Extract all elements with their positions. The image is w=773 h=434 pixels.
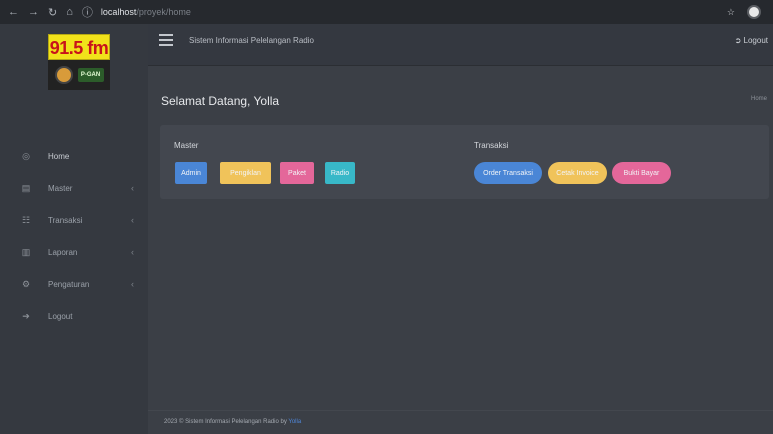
sidebar-item-master[interactable]: ▤ Master ‹ [0, 172, 148, 204]
sidebar-item-logout[interactable]: ➔ Logout [0, 300, 148, 332]
logout-label: Logout [743, 36, 768, 45]
arrow-right-icon[interactable]: → [28, 6, 39, 18]
sidebar-item-label: Logout [48, 311, 73, 321]
app-title: Sistem Informasi Pelelangan Radio [189, 36, 314, 45]
reload-icon[interactable]: ↻ [48, 6, 57, 19]
address-bar[interactable]: localhost/proyek/home [101, 7, 191, 17]
logo-mascot: P-GAN [48, 60, 110, 90]
sidebar-item-transaksi[interactable]: ☷ Transaksi ‹ [0, 204, 148, 236]
chevron-left-icon: ‹ [131, 279, 134, 289]
sidebar-item-label: Laporan [48, 247, 78, 257]
footer-link[interactable]: Yolla [288, 419, 301, 425]
sidebar-menu: ◎ Home ▤ Master ‹ ☷ Transaksi ‹ ▥ Laporan ‹ ⚙ Pengat… [0, 140, 148, 332]
footer-text: 2023 © Sistem Informasi Pelelangan Radio… [164, 419, 301, 425]
cart-icon: ☷ [21, 214, 31, 225]
sidebar-item-pengaturan[interactable]: ⚙ Pengaturan ‹ [0, 268, 148, 300]
master-section-label: Master [174, 141, 199, 150]
chevron-left-icon: ‹ [131, 215, 134, 225]
radio-logo: 91.5 fm P-GAN [48, 34, 110, 90]
logout-icon: ➔ [22, 310, 30, 321]
mascot-icon [54, 66, 73, 84]
star-icon[interactable]: ☆ [727, 7, 735, 18]
sidebar: 91.5 fm P-GAN ◎ Home ▤ Master ‹ ☷ Transaksi ‹ ▥ L… [0, 24, 148, 434]
sidebar-item-label: Home [48, 151, 70, 161]
logout-icon: ➲ [734, 36, 742, 45]
radio-button[interactable]: Radio [325, 162, 355, 184]
arrow-left-icon[interactable]: ← [8, 6, 19, 18]
cetak-invoice-button[interactable]: Cetak Invoice [548, 162, 607, 184]
chevron-left-icon: ‹ [131, 247, 134, 257]
sidebar-item-home[interactable]: ◎ Home [0, 140, 148, 172]
page-title: Selamat Datang, Yolla [161, 94, 280, 108]
sidebar-item-laporan[interactable]: ▥ Laporan ‹ [0, 236, 148, 268]
report-icon: ▥ [21, 246, 31, 257]
bukti-bayar-button[interactable]: Bukti Bayar [612, 162, 671, 184]
transaksi-section-label: Transaksi [474, 141, 509, 150]
pengiklan-button[interactable]: Pengiklan [220, 162, 271, 184]
home-icon: ◎ [22, 150, 30, 161]
folder-icon: ▤ [21, 182, 31, 193]
url-host: localhost [100, 7, 137, 17]
top-navbar: Sistem Informasi Pelelangan Radio ➲ Logo… [148, 24, 773, 66]
browser-toolbar: ← → ↻ ⌂ ⓘ localhost/proyek/home ☆ [0, 0, 773, 24]
paket-button[interactable]: Paket [280, 162, 314, 184]
logout-link[interactable]: ➲ Logout [735, 36, 768, 45]
order-transaksi-button[interactable]: Order Transaksi [474, 162, 542, 184]
sidebar-item-label: Pengaturan [48, 279, 90, 289]
info-icon: ⓘ [81, 7, 93, 19]
home-icon[interactable]: ⌂ [66, 6, 73, 18]
browser-nav: ← → ↻ ⌂ ⓘ [0, 4, 93, 20]
chevron-left-icon: ‹ [131, 183, 134, 193]
url-path: /proyek/home [136, 7, 191, 17]
dashboard-card: Master Transaksi Admin Pengiklan Paket R… [160, 125, 769, 199]
logo-frequency: 91.5 fm [48, 34, 110, 60]
gear-icon: ⚙ [21, 278, 31, 289]
footer: 2023 © Sistem Informasi Pelelangan Radio… [148, 410, 773, 434]
admin-button[interactable]: Admin [175, 162, 207, 184]
profile-icon[interactable] [747, 5, 761, 19]
hamburger-menu-icon[interactable] [159, 34, 173, 46]
browser-right-icons: ☆ [727, 5, 773, 19]
logo-badge: P-GAN [77, 68, 104, 82]
footer-copyright: 2023 © Sistem Informasi Pelelangan Radio… [164, 419, 287, 425]
breadcrumb[interactable]: Home [751, 96, 767, 102]
sidebar-item-label: Master [48, 183, 73, 193]
sidebar-item-label: Transaksi [48, 215, 83, 225]
